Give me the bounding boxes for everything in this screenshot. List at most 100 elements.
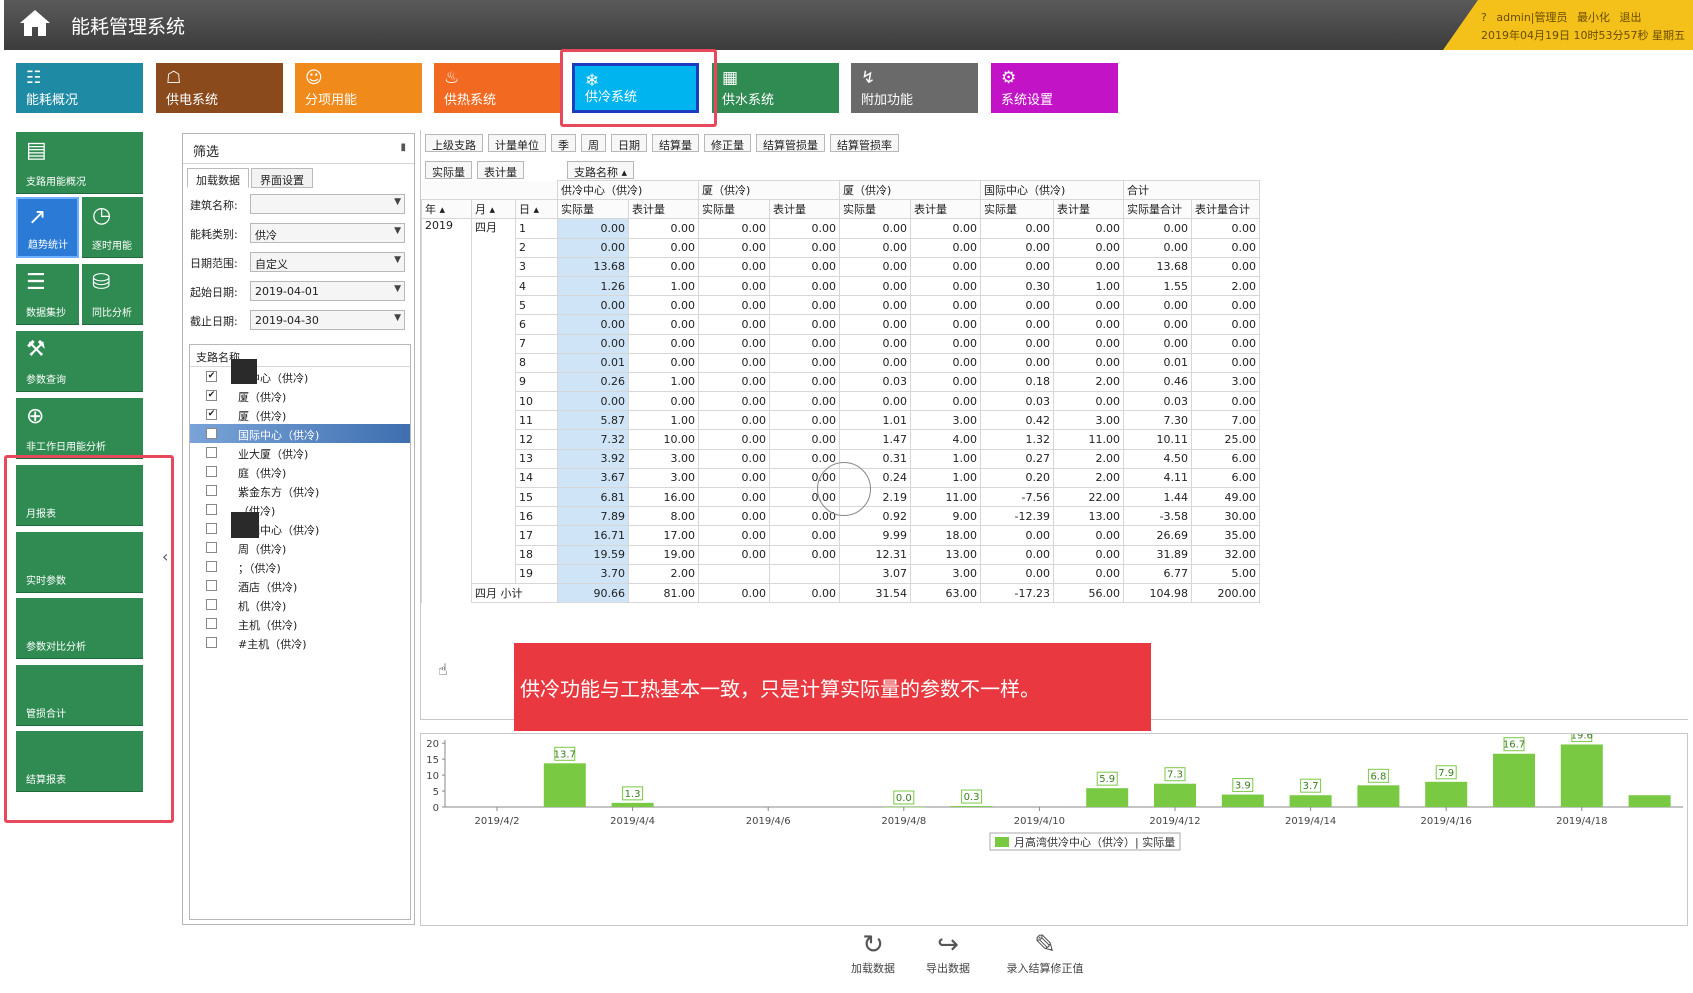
- field-button[interactable]: 结算管损率: [830, 134, 899, 152]
- field-button[interactable]: 日期: [611, 134, 647, 152]
- table-row: 2 0.00 0.00 0.00 0.00 0.00 0.00 0.00 0.00 0.00 0.0…: [422, 237, 1260, 258]
- column-field-button[interactable]: 支路名称 ▴: [567, 161, 635, 179]
- tree-item[interactable]: 机（供冷): [190, 595, 410, 614]
- checkbox[interactable]: [206, 466, 217, 477]
- bar[interactable]: [1628, 795, 1671, 807]
- nav-trend-stats[interactable]: ↗ 趋势统计: [16, 197, 79, 258]
- help-icon[interactable]: ?: [1481, 11, 1487, 24]
- checkbox[interactable]: ✔: [206, 409, 217, 420]
- enter-correction-button[interactable]: ✎ 录入结算修正值: [1000, 930, 1090, 976]
- checkbox[interactable]: ✔: [206, 390, 217, 401]
- data-field-button[interactable]: 表计量: [477, 161, 524, 179]
- tree-item[interactable]: ✔ 厦（供冷): [190, 405, 410, 424]
- end-date-input[interactable]: 2019-04-30 ▼: [250, 310, 405, 330]
- value-cell: 12.31: [839, 544, 911, 565]
- export-data-button[interactable]: ↪ 导出数据: [913, 930, 983, 976]
- checkbox[interactable]: [206, 542, 217, 553]
- exit-button[interactable]: 退出: [1620, 11, 1642, 24]
- bar[interactable]: [543, 763, 586, 807]
- export-icon: ↪: [937, 930, 959, 960]
- checkbox[interactable]: ✔: [206, 428, 217, 439]
- tree-item[interactable]: 周（供冷): [190, 538, 410, 557]
- bar[interactable]: [1493, 753, 1535, 807]
- day-cell: 2: [515, 237, 558, 258]
- start-date-input[interactable]: 2019-04-01 ▼: [250, 281, 405, 301]
- tab-ui-settings[interactable]: 界面设置: [251, 168, 313, 188]
- tree-item[interactable]: ；（供冷): [190, 557, 410, 576]
- range-select[interactable]: 自定义 ▼: [250, 252, 405, 272]
- value-cell: 0.00: [628, 391, 699, 412]
- pin-icon[interactable]: ▮: [400, 142, 406, 153]
- load-data-button[interactable]: ↻ 加载数据: [838, 930, 908, 976]
- module-overview-button[interactable]: ☷ 能耗概况: [16, 63, 143, 113]
- bar[interactable]: [1425, 781, 1468, 807]
- bar[interactable]: [1289, 795, 1332, 807]
- table-row: 2019 四月 1 0.00 0.00 0.00 0.00 0.00 0.00 0.00 0.00 0…: [421, 218, 1260, 603]
- checkbox[interactable]: [206, 580, 217, 591]
- checkbox[interactable]: ✔: [206, 371, 217, 382]
- nav-hourly[interactable]: ◷ 逐时用能: [82, 197, 143, 258]
- data-field-button[interactable]: 实际量: [425, 161, 472, 179]
- column-subheader: 表计量: [1053, 199, 1124, 220]
- nav-data-collect[interactable]: ☰ 数据集抄: [16, 264, 79, 325]
- tree-item[interactable]: 业大厦（供冷): [190, 443, 410, 462]
- bar[interactable]: [1357, 785, 1400, 807]
- module-addon-button[interactable]: ↯ 附加功能: [851, 63, 978, 113]
- tree-item[interactable]: 庭（供冷): [190, 462, 410, 481]
- field-button[interactable]: 结算管损量: [756, 134, 825, 152]
- row-field-button[interactable]: 年 ▴: [421, 199, 472, 220]
- module-water-button[interactable]: ▦ 供水系统: [712, 63, 839, 113]
- value-cell: 0.00: [910, 256, 981, 277]
- energy-select[interactable]: 供冷 ▼: [250, 223, 405, 243]
- tree-item[interactable]: 主机（供冷): [190, 614, 410, 633]
- tree-item[interactable]: （供冷): [190, 500, 410, 519]
- nav-non-workday[interactable]: ⊕ 非工作日用能分析: [16, 398, 143, 459]
- tree-item-label: 主机（供冷): [238, 619, 298, 632]
- field-button[interactable]: 计量单位: [488, 134, 546, 152]
- module-settings-button[interactable]: ⚙ 系统设置: [991, 63, 1118, 113]
- bar[interactable]: [1154, 783, 1196, 807]
- checkbox[interactable]: [206, 561, 217, 572]
- checkbox[interactable]: [206, 637, 217, 648]
- collapse-arrow-icon[interactable]: ‹: [162, 547, 168, 566]
- checkbox[interactable]: [206, 618, 217, 629]
- bar[interactable]: [950, 806, 993, 807]
- power-icon: ☖: [166, 68, 182, 88]
- checkbox[interactable]: [206, 523, 217, 534]
- checkbox[interactable]: [206, 599, 217, 610]
- filter-panel: 筛选 ▮ 加载数据 界面设置 建筑名称: ▼ 能耗类别: 供冷 ▼ 日期范围: 自定义…: [182, 133, 415, 925]
- bar[interactable]: [1221, 794, 1264, 807]
- tree-item[interactable]: ✔ 国际中心（供冷): [190, 424, 410, 443]
- bar[interactable]: [1560, 744, 1603, 807]
- module-heating-button[interactable]: ♨ 供热系统: [434, 63, 561, 113]
- bar[interactable]: [611, 802, 654, 807]
- field-button[interactable]: 上级支路: [425, 134, 483, 152]
- checkbox[interactable]: [206, 485, 217, 496]
- tab-load-data[interactable]: 加载数据: [187, 168, 249, 188]
- tree-item[interactable]: 紫金东方（供冷): [190, 481, 410, 500]
- nav-yoy-analysis[interactable]: ⛁ 同比分析: [82, 264, 143, 325]
- field-button[interactable]: 周: [581, 134, 606, 152]
- tree-item[interactable]: #主机（供冷): [190, 633, 410, 652]
- module-power-button[interactable]: ☖ 供电系统: [156, 63, 283, 113]
- toolbar-label: 导出数据: [926, 962, 970, 975]
- checkbox[interactable]: [206, 447, 217, 458]
- field-button[interactable]: 修正量: [704, 134, 751, 152]
- nav-branch-overview[interactable]: ▤ 支路用能概况: [16, 132, 143, 194]
- building-select[interactable]: ▼: [250, 194, 405, 214]
- field-button[interactable]: 结算量: [652, 134, 699, 152]
- home-icon[interactable]: [18, 8, 52, 38]
- tree-item[interactable]: 酒店（供冷): [190, 576, 410, 595]
- bar[interactable]: [1086, 788, 1129, 807]
- module-subitem-button[interactable]: ☺ 分项用能: [295, 63, 422, 113]
- tree-item[interactable]: 数据中心（供冷): [190, 519, 410, 538]
- subtotal-cell: 90.66: [557, 582, 629, 604]
- nav-param-query[interactable]: ⚒ 参数查询: [16, 331, 143, 392]
- field-button[interactable]: 季: [551, 134, 576, 152]
- checkbox[interactable]: [206, 504, 217, 515]
- row-field-button[interactable]: 日 ▴: [515, 199, 558, 220]
- tree-item[interactable]: ✔ 冷中心（供冷): [190, 367, 410, 386]
- tree-item[interactable]: ✔ 厦（供冷): [190, 386, 410, 405]
- row-field-button[interactable]: 月 ▴: [471, 199, 516, 220]
- minimize-button[interactable]: 最小化: [1577, 11, 1610, 24]
